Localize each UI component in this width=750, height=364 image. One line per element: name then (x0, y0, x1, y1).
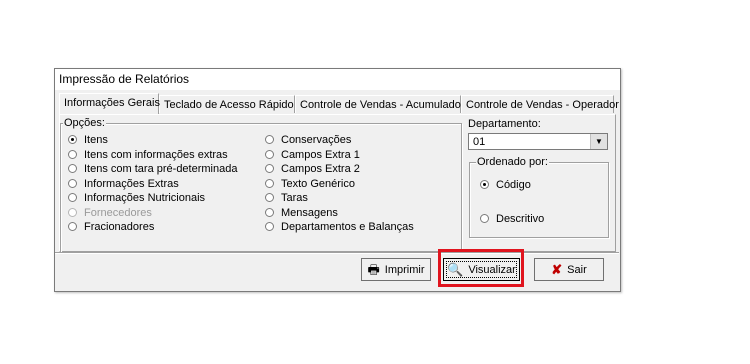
tab-controle-vendas-acumulados[interactable]: Controle de Vendas - Acumulados (295, 95, 466, 113)
radio-informacoes-nutricionais[interactable]: Informações Nutricionais (68, 191, 205, 205)
imprimir-button[interactable]: 🖶 Imprimir (361, 258, 431, 281)
radio-itens[interactable]: Itens (68, 133, 108, 147)
radio-icon (265, 164, 274, 173)
separator (55, 252, 619, 254)
tab-informacoes-gerais[interactable]: Informações Gerais (59, 93, 160, 114)
radio-icon (68, 193, 77, 202)
radio-icon (265, 208, 274, 217)
departamento-value: 01 (473, 136, 486, 148)
radio-fracionadores[interactable]: Fracionadores (68, 220, 154, 234)
radio-conservacoes[interactable]: Conservações (265, 133, 351, 147)
ordenado-legend: Ordenado por: (476, 156, 549, 168)
radio-campos-extra-2[interactable]: Campos Extra 2 (265, 162, 360, 176)
sair-button[interactable]: ✘ Sair (534, 258, 604, 281)
window-title: Impressão de Relatórios (59, 72, 190, 86)
printer-icon: 🖶 (367, 262, 380, 277)
radio-icon (265, 193, 274, 202)
radio-icon (68, 164, 77, 173)
x-icon: ✘ (551, 262, 563, 277)
radio-icon (68, 179, 77, 188)
radio-icon (480, 214, 489, 223)
radio-fornecedores: Fornecedores (68, 206, 152, 220)
highlight-box (438, 249, 524, 287)
radio-mensagens[interactable]: Mensagens (265, 206, 338, 220)
radio-icon (68, 222, 77, 231)
radio-icon (265, 222, 274, 231)
opcoes-legend: Opções: (63, 117, 106, 129)
radio-descritivo[interactable]: Descritivo (480, 212, 544, 226)
radio-icon (265, 179, 274, 188)
radio-icon (265, 150, 274, 159)
radio-itens-info-extras[interactable]: Itens com informações extras (68, 148, 228, 162)
radio-taras[interactable]: Taras (265, 191, 308, 205)
radio-texto-generico[interactable]: Texto Genérico (265, 177, 355, 191)
radio-campos-extra-1[interactable]: Campos Extra 1 (265, 148, 360, 162)
radio-departamentos-balancas[interactable]: Departamentos e Balanças (265, 220, 414, 234)
departamento-label: Departamento: (468, 118, 541, 130)
title-bar: Impressão de Relatórios (55, 69, 620, 90)
radio-selected-icon (68, 135, 77, 144)
ordenado-groupbox (469, 162, 609, 238)
departamento-select[interactable]: 01 ▼ (468, 133, 608, 150)
radio-icon (68, 150, 77, 159)
tab-teclado-acesso-rapido[interactable]: Teclado de Acesso Rápido (159, 95, 295, 113)
radio-selected-icon (480, 180, 489, 189)
tab-controle-vendas-operador[interactable]: Controle de Vendas - Operador (461, 95, 619, 113)
radio-icon (68, 208, 77, 217)
chevron-down-icon[interactable]: ▼ (590, 134, 607, 149)
radio-itens-tara[interactable]: Itens com tara pré-determinada (68, 162, 237, 176)
radio-codigo[interactable]: Código (480, 178, 531, 192)
radio-icon (265, 135, 274, 144)
radio-informacoes-extras[interactable]: Informações Extras (68, 177, 179, 191)
